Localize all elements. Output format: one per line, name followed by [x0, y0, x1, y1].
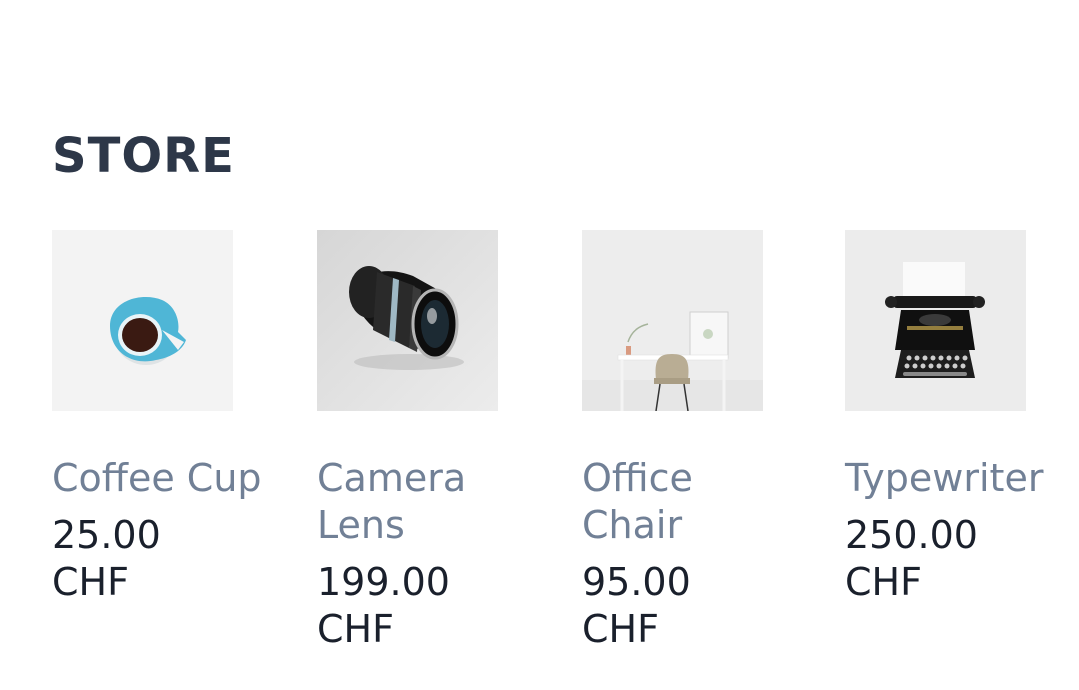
product-card-typewriter[interactable]: Typewriter 250.00 CHF	[845, 230, 1060, 606]
product-name[interactable]: Camera Lens	[317, 455, 532, 549]
product-price: 199.00 CHF	[317, 560, 450, 651]
product-name[interactable]: Office Chair	[582, 455, 797, 549]
product-name[interactable]: Coffee Cup	[52, 455, 267, 502]
page-title: STORE	[52, 128, 235, 184]
product-card-camera-lens[interactable]: Camera Lens 199.00 CHF	[317, 230, 532, 653]
product-card-office-chair[interactable]: Office Chair 95.00 CHF	[582, 230, 797, 653]
product-price: 95.00 CHF	[582, 560, 691, 651]
camera-lens-photo[interactable]	[317, 230, 498, 411]
typewriter-photo[interactable]	[845, 230, 1026, 411]
coffee-cup-photo[interactable]	[52, 230, 233, 411]
product-price: 25.00 CHF	[52, 513, 161, 604]
product-card-coffee-cup[interactable]: Coffee Cup 25.00 CHF	[52, 230, 267, 606]
office-chair-photo[interactable]	[582, 230, 763, 411]
product-name[interactable]: Typewriter	[845, 455, 1060, 502]
product-price: 250.00 CHF	[845, 513, 978, 604]
